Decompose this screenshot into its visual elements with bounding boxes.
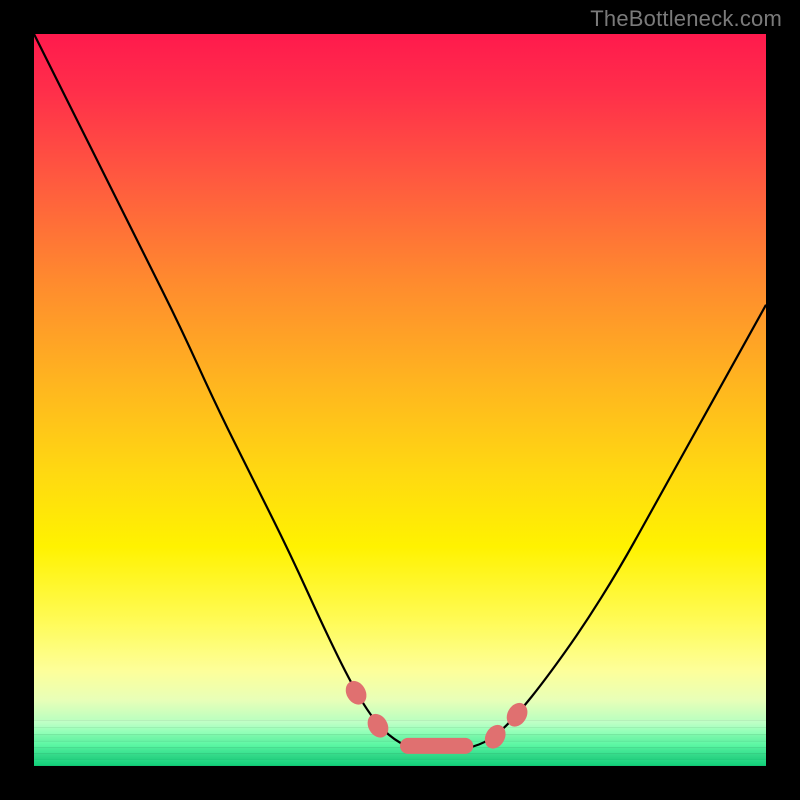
chart-frame: TheBottleneck.com — [0, 0, 800, 800]
knot-marker — [364, 711, 392, 741]
attribution-text: TheBottleneck.com — [590, 6, 782, 32]
bottleneck-curve — [34, 34, 766, 766]
plot-area — [34, 34, 766, 766]
curve-knots — [342, 678, 531, 754]
knot-flat-segment — [400, 738, 473, 754]
curve-path — [34, 34, 766, 751]
knot-marker — [342, 678, 370, 708]
